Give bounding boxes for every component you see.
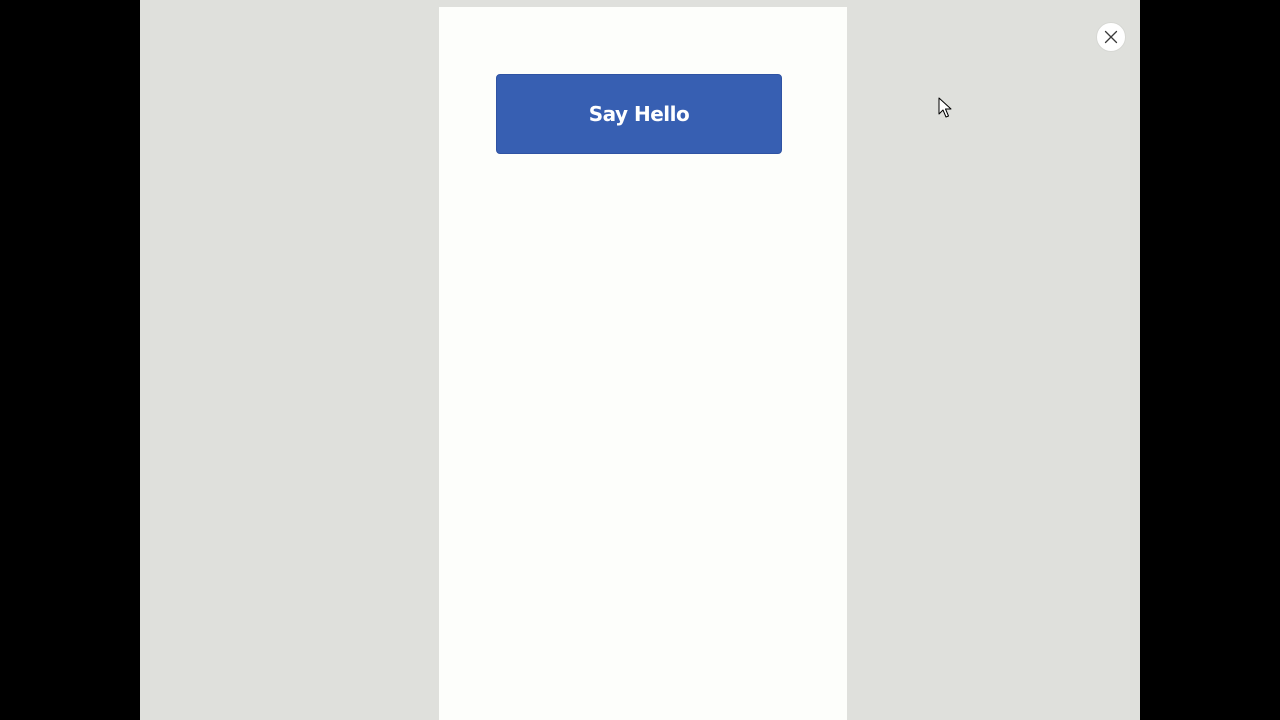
app-screen-canvas: Say Hello [439,7,847,720]
close-icon [1104,30,1118,44]
preview-backdrop: Say Hello [140,0,1140,720]
say-hello-button[interactable]: Say Hello [496,74,782,154]
close-preview-button[interactable] [1096,22,1126,52]
mouse-pointer-icon [938,97,952,118]
